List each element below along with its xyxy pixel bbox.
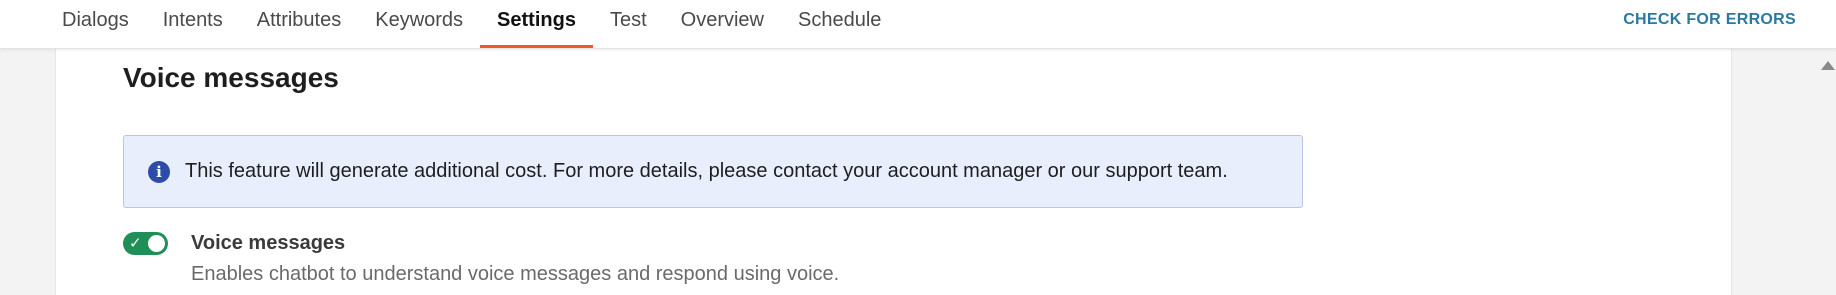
tab-settings[interactable]: Settings — [480, 0, 593, 48]
check-for-errors-button[interactable]: CHECK FOR ERRORS — [1623, 11, 1796, 29]
checkmark-icon: ✓ — [129, 234, 142, 252]
cost-info-banner: i This feature will generate additional … — [123, 135, 1303, 208]
scroll-up-arrow-icon[interactable] — [1821, 61, 1835, 70]
voice-messages-toggle-label: Voice messages — [191, 232, 346, 254]
info-icon: i — [148, 161, 170, 183]
settings-content-card: Voice messages i This feature will gener… — [55, 48, 1732, 295]
info-banner-text: This feature will generate additional co… — [185, 160, 1228, 182]
tab-intents[interactable]: Intents — [146, 0, 240, 48]
tab-keywords[interactable]: Keywords — [358, 0, 480, 48]
tab-overview[interactable]: Overview — [664, 0, 781, 48]
voice-messages-toggle[interactable]: ✓ — [123, 232, 168, 255]
voice-messages-description: Enables chatbot to understand voice mess… — [191, 263, 840, 285]
top-navigation-bar: Dialogs Intents Attributes Keywords Sett… — [0, 0, 1836, 49]
toggle-knob — [148, 235, 165, 252]
tab-attributes[interactable]: Attributes — [240, 0, 358, 48]
vertical-scrollbar[interactable] — [1819, 48, 1836, 295]
section-title: Voice messages — [123, 62, 339, 93]
tab-dialogs[interactable]: Dialogs — [45, 0, 146, 48]
nav-tabs: Dialogs Intents Attributes Keywords Sett… — [45, 0, 898, 48]
tab-schedule[interactable]: Schedule — [781, 0, 898, 48]
tab-test[interactable]: Test — [593, 0, 664, 48]
